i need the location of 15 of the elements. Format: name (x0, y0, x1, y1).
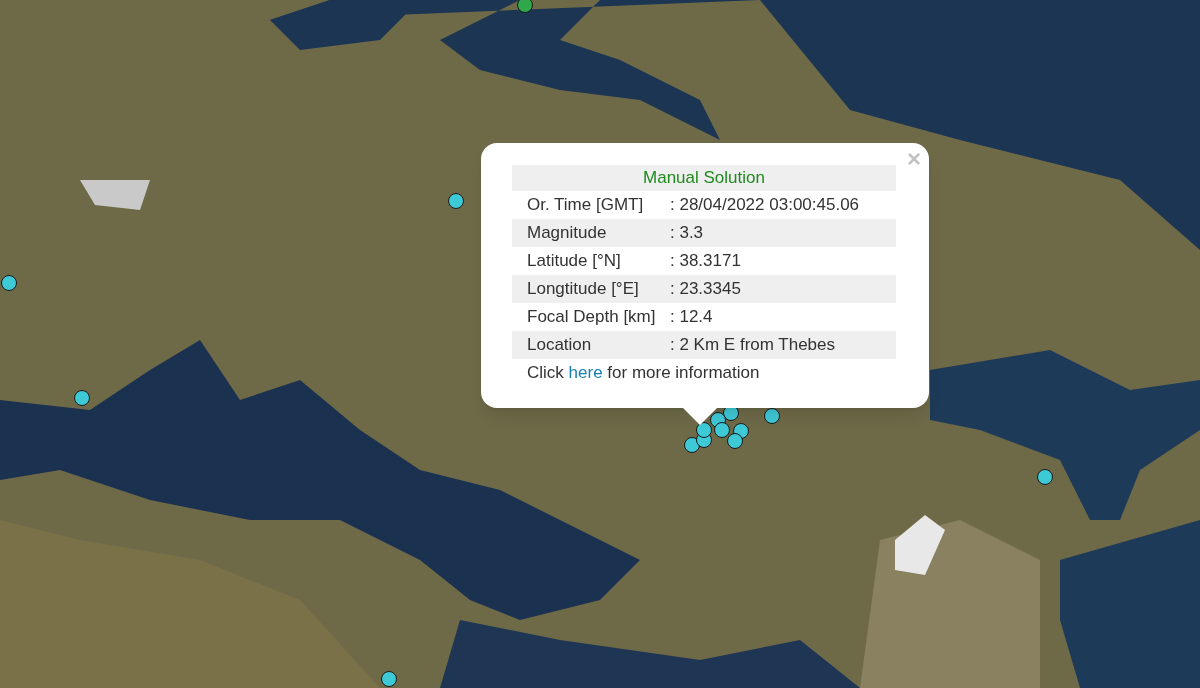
field-label: Or. Time [GMT] (526, 194, 645, 217)
field-value: : 2 Km E from Thebes (670, 334, 836, 357)
field-value: : 23.3345 (670, 278, 741, 301)
field-label: Magnitude (526, 222, 608, 245)
field-label: Focal Depth [km] (526, 306, 657, 329)
field-value: : 12.4 (670, 306, 713, 329)
field-value: : 28/04/2022 03:00:45.06 (670, 194, 860, 217)
more-info-link[interactable]: here (568, 363, 603, 382)
field-value: : 3.3 (670, 222, 704, 245)
field-label: Location (526, 334, 593, 357)
field-label: Longtitude [°E] (526, 278, 640, 301)
field-label: Latitude [°N] (526, 250, 622, 273)
field-value: : 38.3171 (670, 250, 741, 273)
more-info-text: Click here for more information (526, 362, 761, 384)
popup-title: Manual Solution (512, 165, 896, 191)
